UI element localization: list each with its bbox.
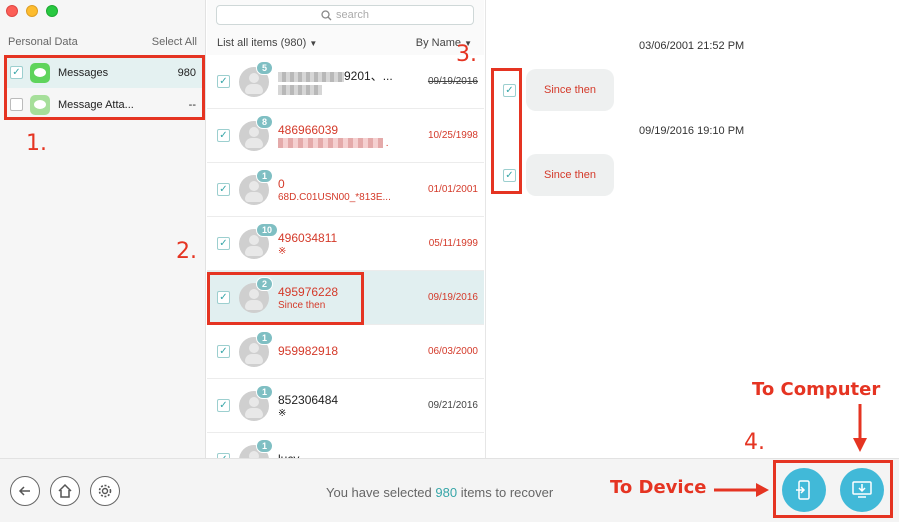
- arrow-left-icon: [18, 486, 30, 496]
- arrow-down-icon: [853, 404, 867, 452]
- personal-data-heading: Personal Data: [8, 36, 78, 48]
- status-prefix: You have selected: [326, 485, 436, 500]
- checkbox-checked-icon[interactable]: ✓: [217, 399, 230, 412]
- search-icon: [321, 9, 332, 20]
- contact-avatar: 1: [239, 384, 274, 421]
- message-date: 05/11/1999: [428, 238, 478, 249]
- contact-avatar: 8: [239, 114, 274, 151]
- status-count: 980: [435, 485, 458, 500]
- message-bubble: Since then: [526, 69, 614, 111]
- annotation-box-selected-conversation: [207, 272, 364, 325]
- checkbox-checked-icon[interactable]: ✓: [217, 183, 230, 196]
- home-icon: [58, 483, 72, 498]
- message-preview: 68D.C01USN00_*813E...: [278, 191, 391, 203]
- message-preview: .: [385, 137, 389, 149]
- chevron-down-icon: ▼: [309, 39, 318, 48]
- checkbox-checked-icon[interactable]: ✓: [217, 129, 230, 142]
- message-count-badge: 1: [256, 438, 274, 453]
- select-all-link[interactable]: Select All: [152, 36, 197, 48]
- message-count-badge: 1: [256, 168, 274, 183]
- message-count-badge: 8: [256, 114, 274, 129]
- message-date: 06/03/2000: [427, 346, 478, 357]
- contact-avatar: 1: [239, 330, 274, 367]
- message-date: 09/19/2016: [427, 76, 478, 87]
- checkbox-checked-icon[interactable]: ✓: [217, 237, 230, 250]
- list-filter-label: List all items (980): [217, 37, 307, 49]
- conversation-list-panel: search List all items (980) ▼ By Name ▼ …: [207, 0, 484, 458]
- selection-status: You have selected 980 items to recover: [326, 485, 553, 500]
- message-count-badge: 1: [256, 384, 274, 399]
- list-item[interactable]: ✓ 1 0 68D.C01USN00_*813E... 01/01/2001: [207, 163, 484, 217]
- minimize-window-button[interactable]: [26, 5, 38, 17]
- annotation-box-recover-buttons: [773, 460, 893, 518]
- redacted-text: [278, 85, 322, 96]
- message-date: 09/21/2016: [427, 400, 478, 411]
- close-window-button[interactable]: [6, 5, 18, 17]
- contact-name: 959982918: [278, 344, 339, 358]
- message-bubble: Since then: [526, 154, 614, 196]
- list-item[interactable]: ✓ 1 lucy: [207, 433, 484, 458]
- step-1-label: 1.: [26, 131, 47, 156]
- status-suffix: items to recover: [457, 485, 554, 500]
- list-item[interactable]: ✓ 10 496034811 ※ 05/11/1999: [207, 217, 484, 271]
- list-item[interactable]: ✓ 1 852306484 ※ 09/21/2016: [207, 379, 484, 433]
- checkbox-checked-icon[interactable]: ✓: [217, 345, 230, 358]
- contact-name: 852306484: [278, 392, 339, 407]
- contact-avatar: 1: [239, 168, 274, 205]
- list-item[interactable]: ✓ 8 486966039 . 10/25/1998: [207, 109, 484, 163]
- message-timestamp: 03/06/2001 21:52 PM: [639, 40, 745, 52]
- list-item[interactable]: ✓ 5 9201、... 09/19/2016: [207, 55, 484, 109]
- message-date: 10/25/1998: [427, 130, 478, 141]
- contact-avatar: 10: [239, 222, 279, 259]
- contact-name-visible: 9201、...: [344, 69, 393, 83]
- to-device-annotation: To Device: [610, 477, 707, 498]
- contact-name: 486966039: [278, 122, 339, 137]
- annotation-box-message-checkboxes: [491, 68, 522, 194]
- contact-avatar: 1: [239, 438, 274, 458]
- search-placeholder: search: [335, 9, 370, 21]
- message-preview: ※: [278, 245, 287, 257]
- message-date: 09/19/2016: [427, 292, 478, 303]
- contact-name: 0: [278, 176, 285, 191]
- gear-icon: [98, 484, 112, 498]
- contact-name: 496034811: [278, 230, 338, 245]
- message-preview: ※: [278, 407, 287, 419]
- annotation-box-categories: [4, 55, 205, 120]
- step-2-label: 2.: [176, 239, 197, 264]
- contact-avatar: 5: [239, 60, 274, 97]
- message-count-badge: 10: [256, 222, 279, 237]
- home-button[interactable]: [50, 476, 80, 506]
- settings-button[interactable]: [90, 476, 120, 506]
- message-count-badge: 1: [256, 330, 274, 345]
- step-3-label: 3.: [456, 42, 477, 67]
- message-date: 01/01/2001: [427, 184, 478, 195]
- redacted-text: [278, 71, 344, 82]
- step-4-label: 4.: [744, 430, 765, 455]
- sort-label: By Name: [415, 37, 462, 49]
- list-filter-dropdown[interactable]: List all items (980) ▼: [217, 37, 317, 49]
- arrow-right-icon: [714, 483, 769, 497]
- contact-name: 9201、...: [278, 67, 428, 84]
- list-item[interactable]: ✓ 1 959982918 06/03/2000: [207, 325, 484, 379]
- message-count-badge: 5: [256, 60, 274, 75]
- maximize-window-button[interactable]: [46, 5, 58, 17]
- search-input[interactable]: search: [216, 5, 474, 25]
- message-timestamp: 09/19/2016 19:10 PM: [639, 125, 745, 137]
- checkbox-checked-icon[interactable]: ✓: [217, 75, 230, 88]
- to-computer-annotation: To Computer: [752, 379, 881, 400]
- redacted-text: [278, 137, 383, 148]
- message-count-badge: 2: [256, 276, 274, 291]
- back-button[interactable]: [10, 476, 40, 506]
